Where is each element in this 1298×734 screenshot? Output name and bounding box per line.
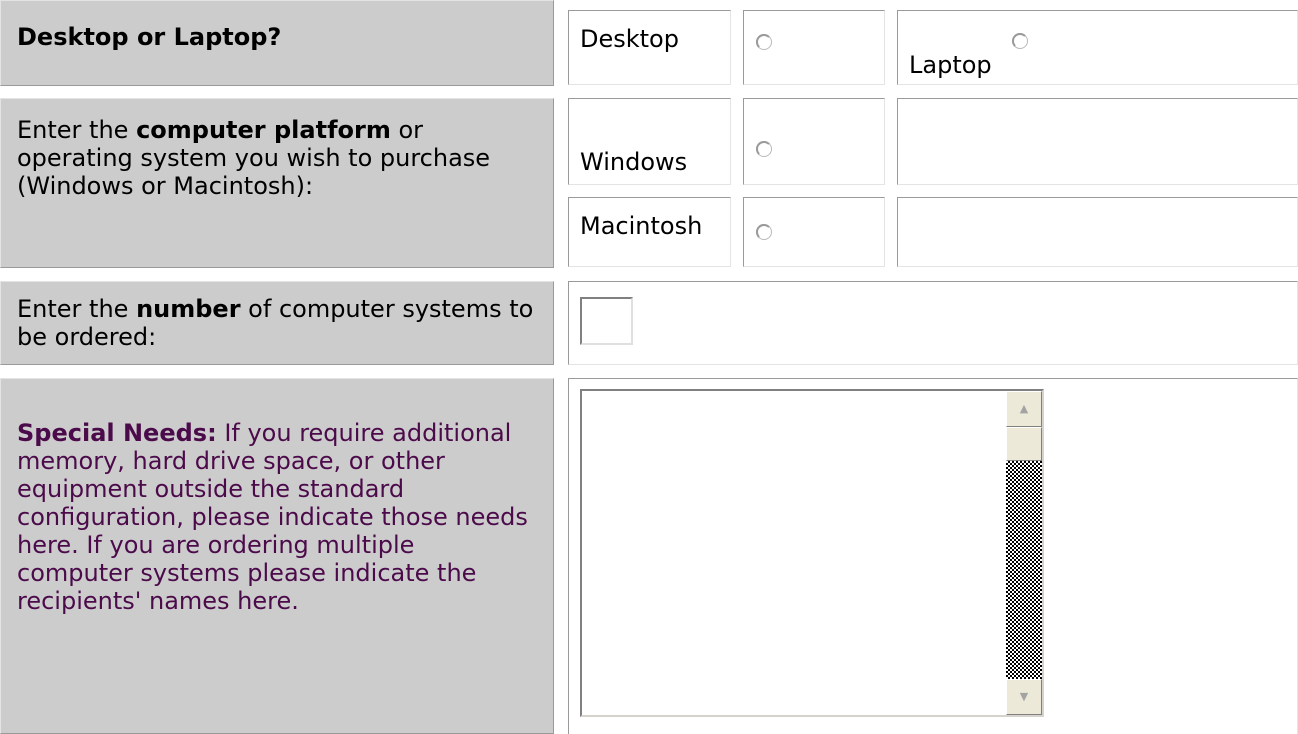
arrow-up-icon: ▲ (1019, 402, 1029, 415)
desktop-laptop-label-cell: Desktop or Laptop? (0, 0, 554, 86)
laptop-option-label: Laptop (909, 51, 992, 79)
macintosh-empty-cell (897, 197, 1298, 267)
platform-label-cell: Enter the computer platform or operating… (0, 98, 554, 268)
arrow-down-icon: ▼ (1019, 690, 1029, 703)
scroll-thumb[interactable] (1006, 427, 1042, 461)
windows-option-label: Windows (580, 148, 688, 176)
special-needs-label-text: If you require additional memory, hard d… (17, 419, 528, 615)
scroll-down-button[interactable]: ▼ (1006, 679, 1042, 715)
desktop-radio-cell (743, 10, 885, 85)
laptop-radio[interactable] (1012, 33, 1028, 49)
platform-label-bold: computer platform (136, 116, 391, 144)
special-needs-textarea[interactable]: ▲ ▼ (580, 389, 1044, 717)
macintosh-option-label: Macintosh (580, 212, 703, 240)
macintosh-option-cell: Macintosh (568, 197, 731, 267)
number-label-pre: Enter the (17, 295, 137, 323)
windows-option-cell: Windows (568, 98, 731, 185)
windows-radio-cell (743, 98, 885, 185)
windows-radio[interactable] (756, 141, 772, 157)
desktop-option-label: Desktop (580, 25, 679, 53)
macintosh-radio[interactable] (756, 224, 772, 240)
scroll-up-button[interactable]: ▲ (1006, 391, 1042, 427)
textarea-scrollbar[interactable]: ▲ ▼ (1006, 391, 1042, 715)
macintosh-radio-cell (743, 197, 885, 267)
laptop-option-cell: Laptop (897, 10, 1298, 85)
number-label-cell: Enter the number of computer systems to … (0, 281, 554, 365)
number-label-bold: number (136, 295, 241, 323)
scroll-track[interactable] (1006, 461, 1042, 679)
number-input-cell (568, 281, 1298, 365)
desktop-option-cell: Desktop (568, 10, 731, 85)
number-of-systems-input[interactable] (580, 297, 633, 345)
special-needs-textarea-cell: ▲ ▼ (568, 378, 1298, 734)
desktop-radio[interactable] (756, 34, 772, 50)
special-needs-label-cell: Special Needs: If you require additional… (0, 378, 554, 734)
windows-empty-cell (897, 98, 1298, 185)
desktop-laptop-label: Desktop or Laptop? (17, 23, 282, 51)
special-needs-label-bold: Special Needs: (17, 419, 217, 447)
platform-label-pre: Enter the (17, 116, 137, 144)
